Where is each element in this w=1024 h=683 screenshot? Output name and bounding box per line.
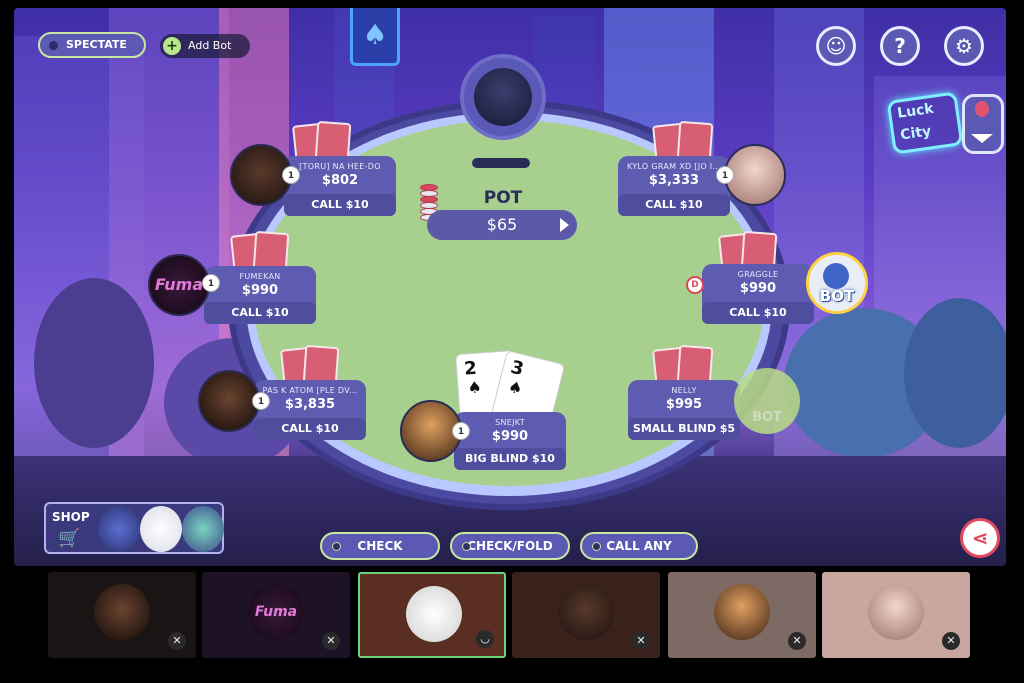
- tile-avatar: [406, 586, 462, 642]
- share-button[interactable]: ⋖: [960, 518, 1000, 558]
- spade-icon: ♠: [466, 377, 483, 398]
- shop-item[interactable]: [182, 506, 224, 552]
- video-tile[interactable]: ✕: [668, 572, 816, 658]
- smiley-icon: ☺: [825, 34, 847, 58]
- add-bot-button[interactable]: + Add Bot: [160, 34, 250, 58]
- luck-city-sign: Luck City: [886, 91, 964, 155]
- radio-dot-icon: [462, 542, 471, 551]
- chevron-down-icon: [971, 134, 993, 143]
- seat-action: CALL $10: [254, 418, 366, 440]
- headphones-icon[interactable]: ◡: [476, 630, 494, 648]
- video-tile[interactable]: Fuma ✕: [202, 572, 350, 658]
- spade-icon: ♠: [506, 376, 525, 399]
- shop-panel[interactable]: SHOP 🛒: [44, 502, 224, 554]
- settings-button[interactable]: ⚙: [944, 26, 984, 66]
- balloon-icon: [975, 101, 989, 117]
- emoji-button[interactable]: ☺: [816, 26, 856, 66]
- tile-avatar: [868, 584, 924, 640]
- question-icon: ?: [894, 34, 906, 58]
- help-button[interactable]: ?: [880, 26, 920, 66]
- tile-avatar: [94, 584, 150, 640]
- radio-dot-icon: [332, 542, 341, 551]
- video-tile[interactable]: ✕: [512, 572, 660, 658]
- seat-action: SMALL BLIND $5: [628, 418, 740, 440]
- spade-sign-icon: ♠: [350, 8, 400, 66]
- spectate-button[interactable]: SPECTATE: [38, 32, 146, 58]
- shop-item[interactable]: [140, 506, 182, 552]
- share-icon: ⋖: [971, 526, 989, 550]
- video-tile-active[interactable]: ◡: [358, 572, 506, 658]
- player-avatar[interactable]: Fuma: [148, 254, 210, 316]
- shop-item[interactable]: [98, 506, 140, 552]
- mic-off-icon[interactable]: ✕: [168, 632, 186, 650]
- seat-badge: 1: [202, 274, 220, 292]
- dealer-bar: [472, 158, 530, 168]
- reaction-toggle[interactable]: [962, 94, 1004, 154]
- seat-badge: 1: [452, 422, 470, 440]
- pot-label: POT: [483, 188, 523, 208]
- mic-off-icon[interactable]: ✕: [632, 632, 650, 650]
- dealer-button-icon: D: [686, 276, 704, 294]
- bot-face-icon: [823, 263, 849, 289]
- bot-avatar[interactable]: BOT: [734, 368, 800, 434]
- gear-icon: ⚙: [955, 34, 973, 58]
- seat-action: CALL $10: [284, 194, 396, 216]
- mic-off-icon[interactable]: ✕: [322, 632, 340, 650]
- tile-avatar: [714, 584, 770, 640]
- player-avatar[interactable]: [198, 370, 260, 432]
- play-arrow-icon: [560, 218, 569, 232]
- dealer-avatar: [460, 54, 546, 140]
- tile-avatar: Fuma: [248, 584, 304, 640]
- radio-dot-icon: [592, 542, 601, 551]
- mic-off-icon[interactable]: ✕: [942, 632, 960, 650]
- check-button[interactable]: CHECK: [320, 532, 440, 560]
- video-tile[interactable]: ✕: [48, 572, 196, 658]
- tree: [904, 298, 1006, 448]
- game-area: ♠ Luck City POT $65 [TORU] NA HEE-DO $80…: [14, 8, 1006, 566]
- pot-amount[interactable]: $65: [427, 210, 577, 240]
- radio-dot-icon: [49, 41, 58, 50]
- mic-off-icon[interactable]: ✕: [788, 632, 806, 650]
- check-fold-button[interactable]: CHECK/FOLD: [450, 532, 570, 560]
- seat-action: CALL $10: [702, 302, 814, 324]
- seat-action: CALL $10: [618, 194, 730, 216]
- video-tile[interactable]: ✕: [822, 572, 970, 658]
- cart-icon: 🛒: [58, 528, 81, 549]
- tree: [34, 278, 154, 448]
- tile-avatar: [558, 584, 614, 640]
- seat-badge: 1: [252, 392, 270, 410]
- seat-badge: 1: [716, 166, 734, 184]
- plus-icon: +: [163, 37, 181, 55]
- seat-action: CALL $10: [204, 302, 316, 324]
- call-any-button[interactable]: CALL ANY: [580, 532, 698, 560]
- seat-badge: 1: [282, 166, 300, 184]
- seat-action: BIG BLIND $10: [454, 448, 566, 470]
- bot-avatar[interactable]: BOT: [806, 252, 868, 314]
